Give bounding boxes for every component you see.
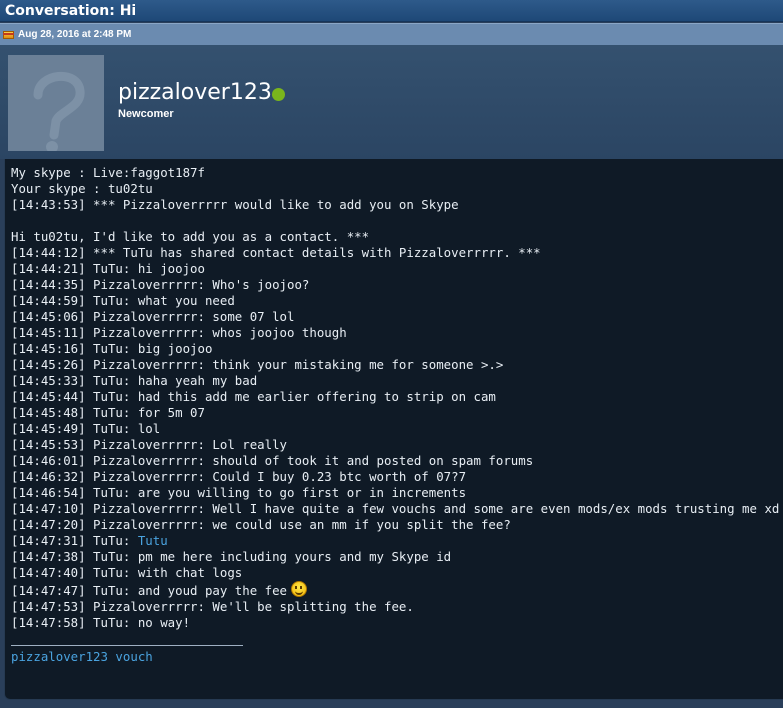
message-line: [14:47:47] TuTu: and youd pay the fee	[11, 581, 779, 599]
message-line: [14:47:53] Pizzaloverrrrr: We'll be spli…	[11, 599, 414, 614]
message-line: Your skype : tu02tu	[11, 181, 153, 196]
message-line: [14:45:49] TuTu: lol	[11, 421, 161, 436]
message-line: [14:47:31] TuTu: Tutu	[11, 533, 779, 549]
message-text: My skype : Live:faggot187f Your skype : t…	[11, 165, 779, 631]
message-line: [14:44:21] TuTu: hi joojoo	[11, 261, 205, 276]
user-panel: pizzalover123 Newcomer	[0, 45, 783, 159]
message-line: [14:45:53] Pizzaloverrrrr: Lol really	[11, 437, 288, 452]
username[interactable]: pizzalover123	[118, 80, 272, 105]
message-line: Hi tu02tu, I'd like to add you as a cont…	[11, 229, 370, 244]
message-line: [14:44:59] TuTu: what you need	[11, 293, 235, 308]
message-line: [14:45:16] TuTu: big joojoo	[11, 341, 213, 356]
message-line: [14:46:01] Pizzaloverrrrr: should of too…	[11, 453, 534, 468]
message-line: [14:47:58] TuTu: no way!	[11, 615, 191, 630]
signature-link[interactable]: pizzalover123 vouch	[11, 649, 153, 664]
default-avatar-icon	[8, 55, 104, 151]
user-rank: Newcomer	[118, 108, 174, 120]
message-line: [14:45:06] Pizzaloverrrrr: some 07 lol	[11, 309, 295, 324]
message-line: [14:44:35] Pizzaloverrrrr: Who's joojoo?	[11, 277, 310, 292]
message-line: My skype : Live:faggot187f	[11, 165, 205, 180]
post-icon	[3, 30, 14, 40]
message-line: [14:47:10] Pizzaloverrrrr: Well I have q…	[11, 501, 780, 516]
message-line: [14:45:48] TuTu: for 5m 07	[11, 405, 205, 420]
message-line: [14:45:33] TuTu: haha yeah my bad	[11, 373, 258, 388]
online-status-icon	[272, 88, 285, 101]
message-body: My skype : Live:faggot187f Your skype : t…	[4, 159, 783, 700]
message-line-text: [14:47:47] TuTu: and youd pay the fee	[11, 583, 288, 598]
message-line: [14:45:44] TuTu: had this add me earlier…	[11, 389, 496, 404]
avatar[interactable]	[8, 55, 104, 151]
tutu-profile-link[interactable]: Tutu	[138, 533, 168, 548]
post-date[interactable]: Aug 28, 2016 at 2:48 PM	[18, 29, 131, 40]
message-line: [14:43:53] *** Pizzaloverrrrr would like…	[11, 197, 459, 212]
message-line: [14:45:11] Pizzaloverrrrr: whos joojoo t…	[11, 325, 347, 340]
message-line-prefix: [14:47:31] TuTu:	[11, 533, 138, 548]
message-line: [14:44:12] *** TuTu has shared contact d…	[11, 245, 541, 260]
smiley-icon	[291, 581, 308, 597]
message-line: [14:47:38] TuTu: pm me here including yo…	[11, 549, 452, 564]
message-line: [14:46:32] Pizzaloverrrrr: Could I buy 0…	[11, 469, 467, 484]
message-line: [14:46:54] TuTu: are you willing to go f…	[11, 485, 467, 500]
signature-divider	[11, 645, 243, 646]
conversation-title: Conversation: Hi	[5, 2, 137, 19]
message-line	[11, 213, 779, 229]
message-line: [14:47:20] Pizzaloverrrrr: we could use …	[11, 517, 511, 532]
message-line: [14:47:40] TuTu: with chat logs	[11, 565, 243, 580]
message-line: [14:45:26] Pizzaloverrrrr: think your mi…	[11, 357, 504, 372]
window-titlebar: Conversation: Hi	[0, 0, 783, 22]
post-date-bar: Aug 28, 2016 at 2:48 PM	[0, 23, 783, 46]
